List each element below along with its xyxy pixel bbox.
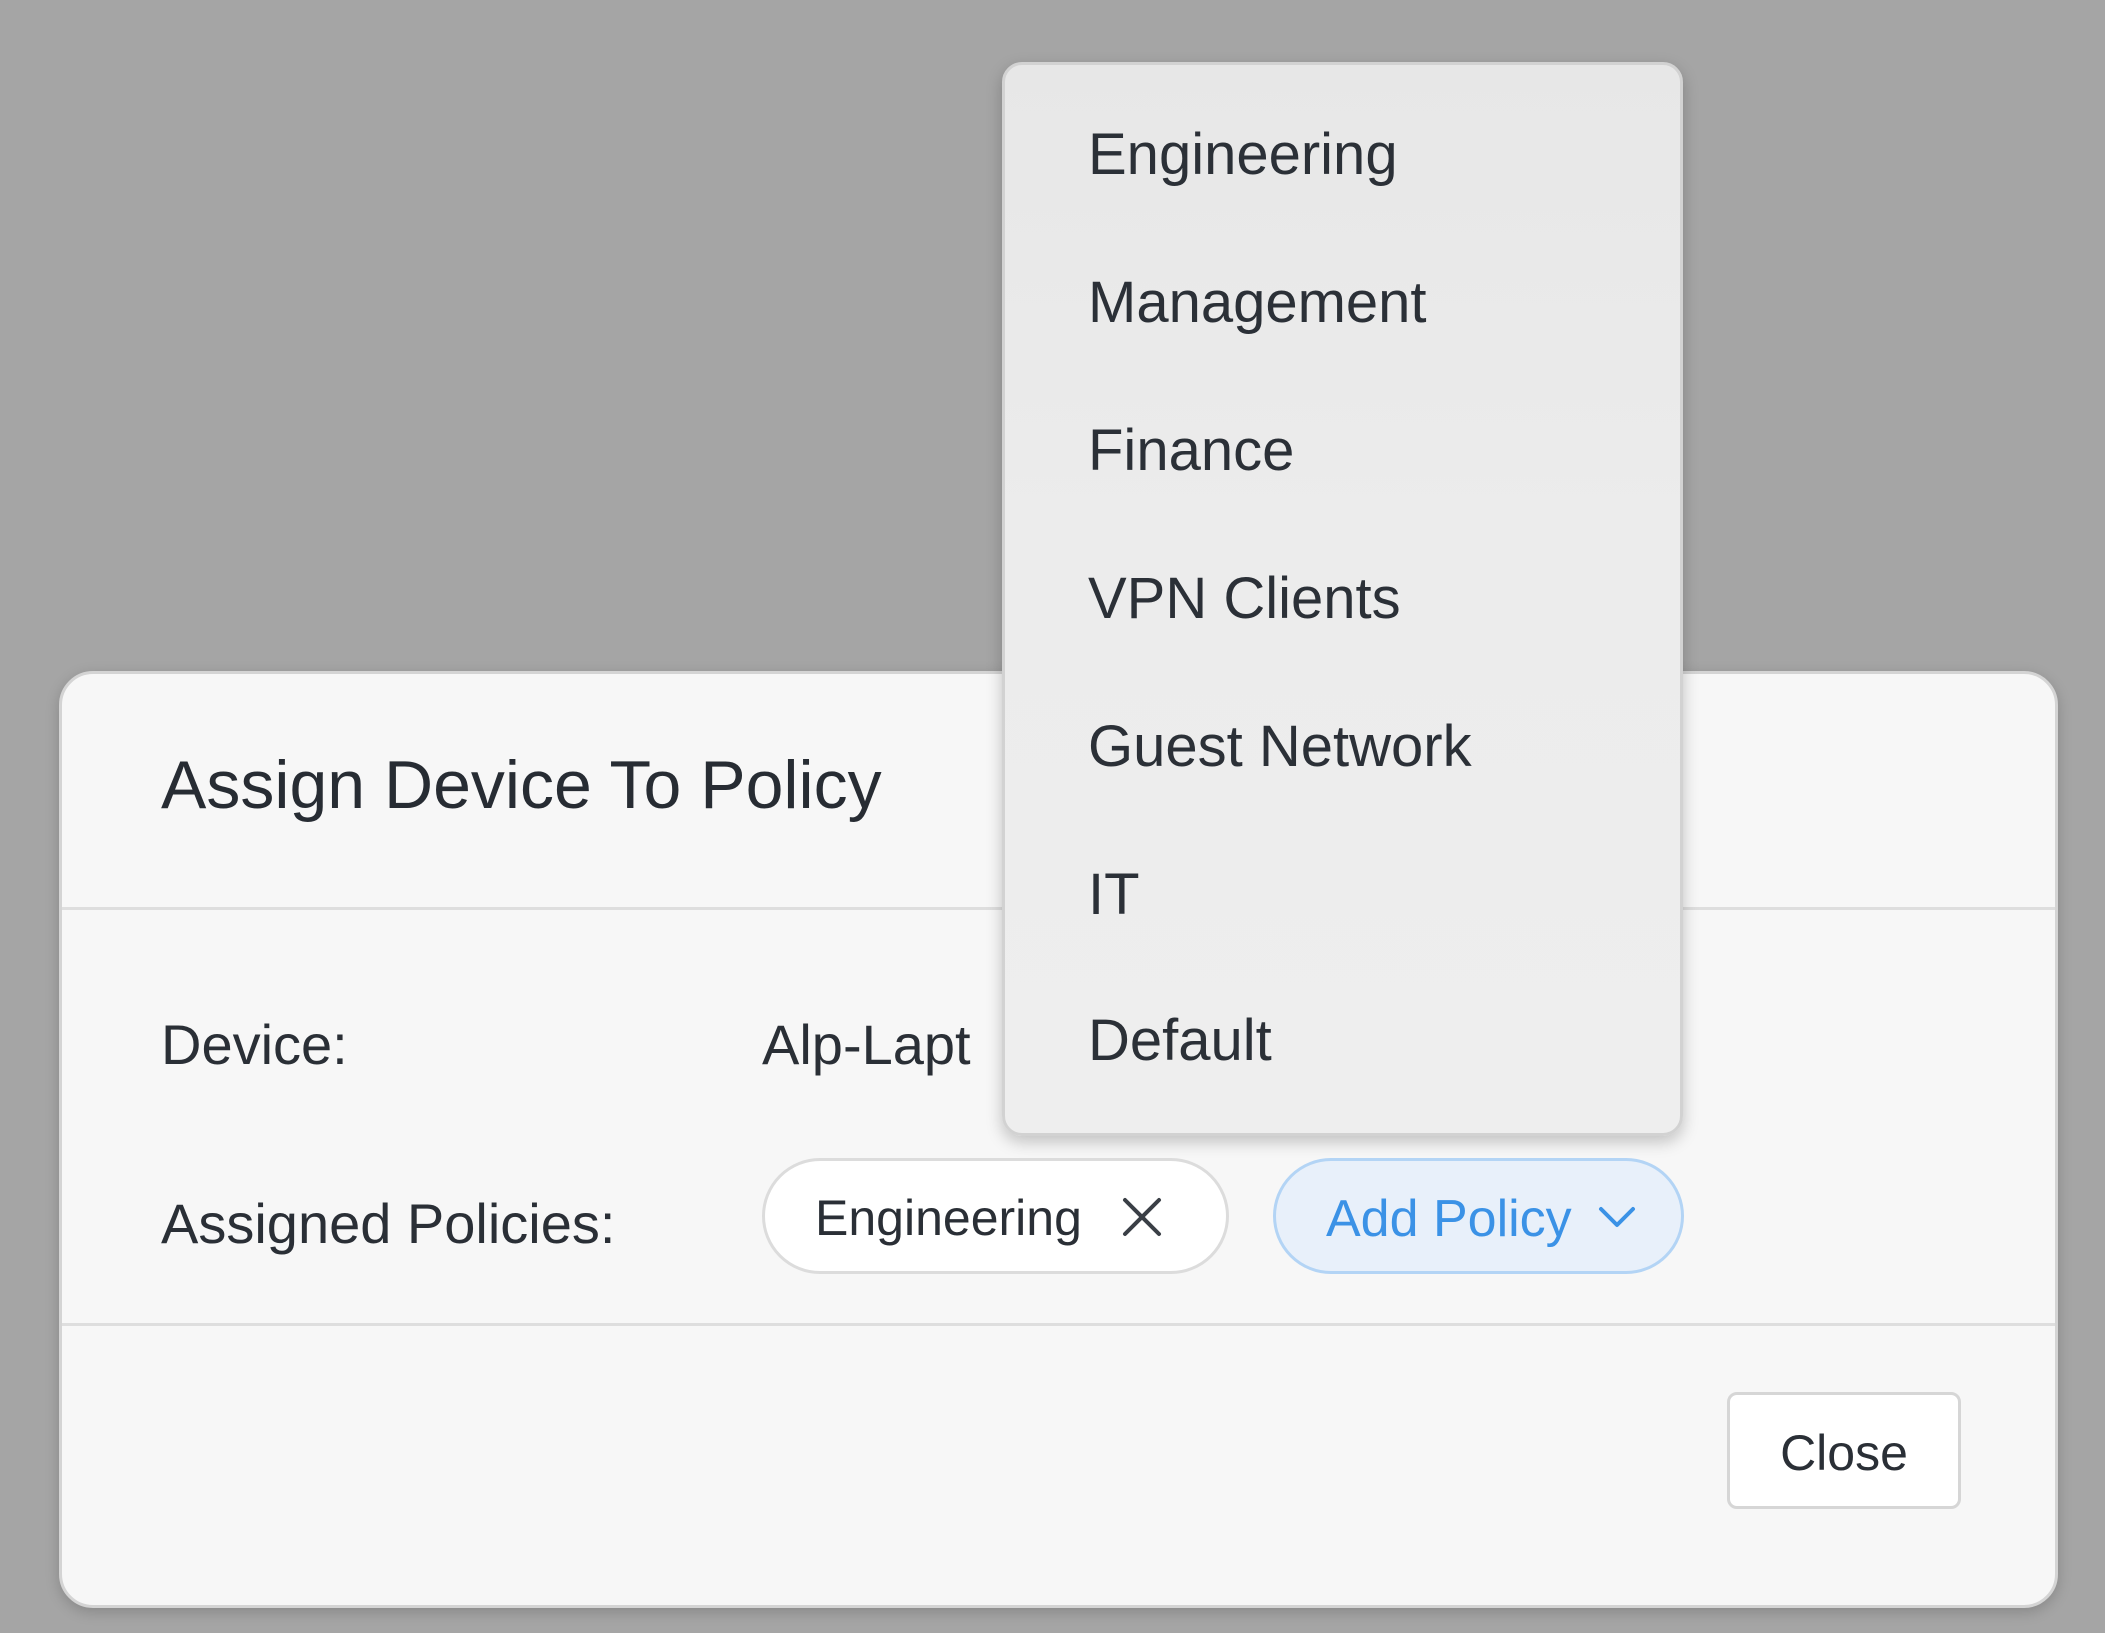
policy-chip-engineering: Engineering <box>762 1158 1229 1274</box>
policy-dropdown-menu: Engineering Management Finance VPN Clien… <box>1002 62 1683 1136</box>
close-button-label: Close <box>1780 1425 1908 1481</box>
add-policy-label: Add Policy <box>1326 1190 1572 1248</box>
add-policy-button[interactable]: Add Policy <box>1273 1158 1684 1274</box>
close-button[interactable]: Close <box>1727 1392 1961 1509</box>
menu-item-it[interactable]: IT <box>1088 863 1140 927</box>
menu-item-guest-network[interactable]: Guest Network <box>1088 715 1472 779</box>
device-label: Device: <box>161 1013 348 1076</box>
dialog-footer: Close <box>62 1323 2055 1605</box>
menu-item-management[interactable]: Management <box>1088 271 1427 335</box>
policy-chip-label: Engineering <box>815 1190 1082 1246</box>
dialog-title: Assign Device To Policy <box>161 747 882 823</box>
close-icon[interactable] <box>1120 1195 1164 1239</box>
device-value: Alp-Lapt <box>762 1013 971 1076</box>
chevron-down-icon <box>1598 1205 1636 1229</box>
menu-item-engineering[interactable]: Engineering <box>1088 123 1398 187</box>
menu-item-default[interactable]: Default <box>1088 1009 1272 1073</box>
menu-item-vpn-clients[interactable]: VPN Clients <box>1088 567 1401 631</box>
menu-item-finance[interactable]: Finance <box>1088 419 1294 483</box>
assigned-policies-label: Assigned Policies: <box>161 1192 616 1255</box>
